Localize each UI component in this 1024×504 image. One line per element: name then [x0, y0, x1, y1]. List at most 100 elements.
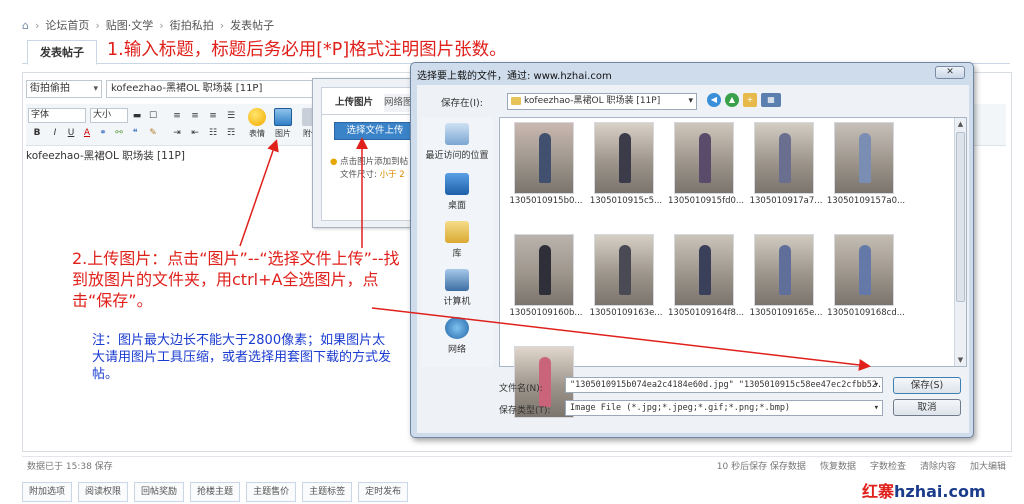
breadcrumb: ⌂ › 论坛首页 › 贴图·文学 › 街拍私拍 › 发表帖子	[22, 17, 275, 33]
breadcrumb-current: 发表帖子	[230, 19, 275, 32]
breadcrumb-item[interactable]: 贴图·文学	[106, 17, 154, 33]
photo-thumbnail-icon	[674, 122, 734, 194]
word-count-link[interactable]: 字数检查	[870, 459, 906, 472]
tab-post[interactable]: 发表帖子	[27, 40, 97, 65]
link-icon[interactable]: ⚭	[96, 126, 110, 140]
file-name: 13050109164f8...	[668, 308, 744, 318]
extra-options-tabs: 附加选项 阅读权限 回帖奖励 抢楼主题 主题售价 主题标签 定时发布	[22, 482, 522, 502]
font-select[interactable]: 字体	[28, 108, 86, 123]
option-tab[interactable]: 回帖奖励	[134, 482, 185, 502]
up-folder-icon[interactable]: ▲	[725, 93, 739, 107]
option-tab[interactable]: 阅读权限	[78, 482, 129, 502]
place-desktop[interactable]: 桌面	[421, 173, 493, 211]
choose-file-upload-button[interactable]: 选择文件上传	[334, 122, 416, 140]
file-name: 1305010917a7...	[749, 196, 823, 206]
enlarge-editor-link[interactable]: 加大编辑	[970, 459, 1006, 472]
clear-format-icon[interactable]: ✎	[146, 126, 160, 140]
close-button[interactable]: ✕	[935, 66, 965, 79]
category-select[interactable]: 街拍偷拍	[26, 80, 102, 98]
scroll-thumb[interactable]	[956, 132, 965, 302]
step2-annotation: 2.上传图片：点击“图片”--“选择文件上传”--找到放图片的文件夹，用ctrl…	[72, 249, 400, 310]
step1-annotation: 1.输入标题，标题后务必用[*P]格式注明图片张数。	[107, 40, 507, 60]
file-thumbnail[interactable]: 13050109168cd...	[826, 234, 905, 324]
site-watermark: 红寨hzhai.com	[862, 482, 986, 501]
file-thumbnail[interactable]: 13050109163e...	[586, 234, 662, 324]
place-computer[interactable]: 计算机	[421, 269, 493, 307]
minus-icon[interactable]: ▬	[130, 109, 144, 123]
option-tab[interactable]: 抢楼主题	[190, 482, 241, 502]
file-list: 1305010915b0... 1305010915c5... 1305010915…	[499, 117, 967, 418]
lightbulb-icon: ●	[330, 157, 338, 167]
figure-shape	[779, 245, 791, 295]
figure-shape	[619, 245, 631, 295]
back-icon[interactable]: ◀	[707, 93, 721, 107]
image-button[interactable]: 图片	[272, 108, 294, 142]
figure-shape	[539, 133, 551, 183]
ordered-list-icon[interactable]: ☷	[206, 126, 220, 140]
place-library[interactable]: 库	[421, 221, 493, 259]
file-thumbnail[interactable]: 13050109157a0...	[826, 122, 905, 212]
file-thumbnail[interactable]: 1305010915b0...	[506, 122, 583, 212]
scroll-up-icon[interactable]: ▲	[955, 118, 966, 130]
italic-button[interactable]: I	[48, 126, 62, 140]
filename-input[interactable]: "1305010915b074ea2c4184e60d.jpg" "130501…	[565, 377, 883, 393]
file-thumbnail[interactable]: 13050109160b...	[506, 234, 583, 324]
clear-content-link[interactable]: 清除内容	[920, 459, 956, 472]
align-center-icon[interactable]: ≡	[188, 109, 202, 123]
align-right-icon[interactable]: ≡	[206, 109, 220, 123]
outdent-icon[interactable]: ⇤	[188, 126, 202, 140]
emoji-label: 表情	[249, 129, 265, 138]
folder-icon	[511, 97, 521, 105]
font-color-button[interactable]: A	[80, 126, 94, 140]
save-button[interactable]: 保存(S)	[893, 377, 961, 394]
photo-thumbnail-icon	[754, 122, 814, 194]
network-icon	[445, 317, 469, 339]
file-thumbnail[interactable]: 13050109165e...	[746, 234, 822, 324]
computer-icon	[445, 269, 469, 291]
size-select[interactable]: 大小	[90, 108, 128, 123]
indent-icon[interactable]: ⇥	[170, 126, 184, 140]
upload-hint: ● 点击图片添加到帖 文件尺寸: 小于 2	[330, 157, 409, 180]
upload-image-popup: 上传图片 网络图 选择文件上传 ● 点击图片添加到帖 文件尺寸: 小于 2	[312, 78, 424, 228]
photo-thumbnail-icon	[594, 234, 654, 306]
box-icon[interactable]: ☐	[146, 109, 160, 123]
place-network[interactable]: 网络	[421, 317, 493, 355]
home-icon[interactable]: ⌂	[22, 19, 29, 32]
file-name: 1305010915fd0...	[668, 196, 744, 206]
hr-icon[interactable]: ☶	[224, 126, 238, 140]
scrollbar[interactable]: ▲ ▼	[954, 118, 966, 366]
new-folder-icon[interactable]: +	[743, 93, 757, 107]
breadcrumb-item[interactable]: 论坛首页	[45, 17, 89, 33]
file-thumbnail[interactable]: 1305010917a7...	[746, 122, 822, 212]
file-thumbnail[interactable]: 13050109164f8...	[666, 234, 744, 324]
bold-button[interactable]: B	[30, 126, 44, 140]
tab-upload-image[interactable]: 上传图片	[328, 94, 380, 112]
save-in-select[interactable]: kofeezhao-黑裙OL 职场装 [11P]	[507, 93, 697, 110]
align-left-icon[interactable]: ≡	[170, 109, 184, 123]
unlink-icon[interactable]: ⚯	[112, 126, 126, 140]
breadcrumb-item[interactable]: 街拍私拍	[170, 17, 214, 33]
list-icon[interactable]: ☰	[224, 109, 238, 123]
save-data-link[interactable]: 10 秒后保存 保存数据	[717, 459, 806, 472]
underline-button[interactable]: U	[64, 126, 78, 140]
file-name: 13050109163e...	[589, 308, 663, 318]
restore-data-link[interactable]: 恢复数据	[820, 459, 856, 472]
option-tab[interactable]: 主题标签	[302, 482, 353, 502]
file-thumbnail[interactable]: 1305010915c5...	[586, 122, 662, 212]
quote-icon[interactable]: ❝	[128, 126, 142, 140]
emoji-button[interactable]: 表情	[246, 108, 268, 142]
photo-thumbnail-icon	[754, 234, 814, 306]
filename-label: 文件名(N):	[499, 384, 543, 394]
option-tab[interactable]: 附加选项	[22, 482, 73, 502]
filetype-select[interactable]: Image File (*.jpg;*.jpeg;*.gif;*.png;*.b…	[565, 400, 883, 416]
view-menu-icon[interactable]: ▦	[761, 93, 781, 107]
option-tab[interactable]: 主题售价	[246, 482, 297, 502]
figure-shape	[779, 133, 791, 183]
place-recent[interactable]: 最近访问的位置	[421, 123, 493, 161]
file-thumbnail[interactable]: 1305010915fd0...	[666, 122, 744, 212]
cancel-button[interactable]: 取消	[893, 399, 961, 416]
desktop-icon	[445, 173, 469, 195]
file-name: 13050109165e...	[749, 308, 823, 318]
option-tab[interactable]: 定时发布	[358, 482, 409, 502]
scroll-down-icon[interactable]: ▼	[955, 354, 966, 366]
